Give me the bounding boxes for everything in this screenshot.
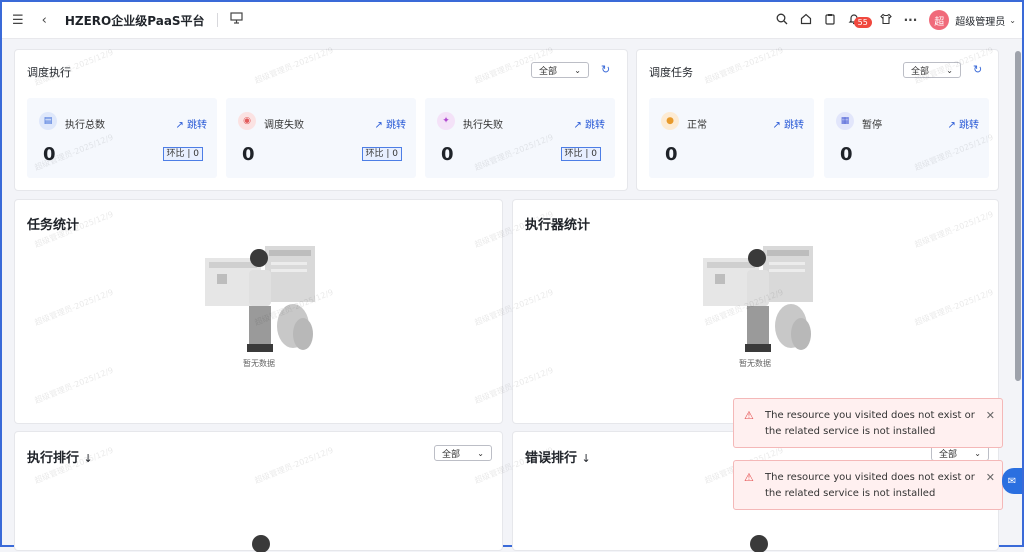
back-arrow-icon[interactable]: ‹ <box>42 13 47 28</box>
toast-message: The resource you visited does not exist … <box>765 472 975 499</box>
notification-badge: 55 <box>853 16 872 28</box>
stat-value: 0 <box>242 144 255 165</box>
warning-icon: ⚠ <box>744 471 754 484</box>
refresh-icon[interactable]: ↻ <box>973 63 982 76</box>
stat-ratio: 环比 | 0 <box>361 147 402 161</box>
jump-link[interactable]: ↗ 跳转 <box>947 116 979 131</box>
stat-label: 调度失败 <box>264 120 304 131</box>
stat-total-exec: ▤ 执行总数 ↗ 跳转 0 环比 | 0 <box>27 98 217 178</box>
stat-label: 正常 <box>687 120 707 131</box>
chevron-down-icon[interactable]: ⌄ <box>1009 16 1016 25</box>
chevron-down-icon: ⌄ <box>477 448 484 458</box>
paused-icon: ▦ <box>836 112 854 130</box>
more-icon[interactable]: ··· <box>904 13 918 27</box>
username[interactable]: 超级管理员 <box>955 13 1005 28</box>
exec-fail-icon: ✦ <box>437 112 455 130</box>
close-icon[interactable]: ✕ <box>986 409 995 422</box>
jump-link[interactable]: ↗ 跳转 <box>772 116 804 131</box>
stat-schedule-fail: ◉ 调度失败 ↗ 跳转 0 环比 | 0 <box>226 98 416 178</box>
home-icon[interactable] <box>800 13 812 28</box>
assistant-icon[interactable]: ✉ <box>1002 468 1022 494</box>
empty-text: 暂无数据 <box>243 359 275 368</box>
jump-link[interactable]: ↗ 跳转 <box>573 116 605 131</box>
clipboard-icon[interactable] <box>824 13 836 28</box>
header-divider <box>216 13 218 27</box>
empty-illustration <box>252 535 270 552</box>
error-toast: ⚠ The resource you visited does not exis… <box>733 398 1003 448</box>
stat-label: 暂停 <box>862 120 882 131</box>
stat-label: 执行失败 <box>463 120 503 131</box>
stat-paused: ▦ 暂停 ↗ 跳转 0 <box>824 98 989 178</box>
chevron-down-icon: ⌄ <box>574 65 581 75</box>
arrow-down-icon[interactable]: ↓ <box>582 452 591 465</box>
stat-exec-fail: ✦ 执行失败 ↗ 跳转 0 环比 | 0 <box>425 98 615 178</box>
empty-text: 暂无数据 <box>739 359 771 368</box>
stat-normal: ● 正常 ↗ 跳转 0 <box>649 98 814 178</box>
exec-rank-card: 执行排行 ↓ 全部 ⌄ <box>14 431 503 552</box>
shirt-icon[interactable] <box>879 13 892 28</box>
jump-link[interactable]: ↗ 跳转 <box>175 116 207 131</box>
search-icon[interactable] <box>776 13 788 28</box>
avatar[interactable]: 超 <box>929 10 950 30</box>
stat-value: 0 <box>441 144 454 165</box>
stat-ratio: 环比 | 0 <box>560 147 601 161</box>
stat-label: 执行总数 <box>65 120 105 131</box>
scrollbar-thumb[interactable] <box>1015 51 1021 381</box>
schedule-exec-card: 调度执行 全部 ⌄ ↻ ▤ 执行总数 ↗ 跳转 0 环比 | 0 ◉ 调度失败 … <box>14 49 628 191</box>
warning-icon: ⚠ <box>744 409 754 422</box>
schedule-task-title: 调度任务 <box>649 66 693 79</box>
chevron-down-icon: ⌄ <box>974 448 981 458</box>
schedule-fail-icon: ◉ <box>238 112 256 130</box>
normal-icon: ● <box>661 112 679 130</box>
toast-message: The resource you visited does not exist … <box>765 410 975 437</box>
error-toast: ⚠ The resource you visited does not exis… <box>733 460 1003 510</box>
app-title: HZERO企业级PaaS平台 <box>64 13 205 28</box>
refresh-icon[interactable]: ↻ <box>601 63 610 76</box>
bell-icon[interactable]: 55 <box>848 13 872 28</box>
stat-value: 0 <box>665 144 678 165</box>
empty-illustration <box>750 535 768 552</box>
close-icon[interactable]: ✕ <box>986 471 995 484</box>
stat-ratio: 环比 | 0 <box>162 147 203 161</box>
task-stats-card: 任务统计 暂无数据 <box>14 199 503 424</box>
schedule-exec-filter[interactable]: 全部 ⌄ <box>531 62 589 78</box>
header-actions: 55 ··· 超 超级管理员 ⌄ <box>764 2 1016 38</box>
exec-rank-filter[interactable]: 全部 ⌄ <box>434 445 492 461</box>
stat-value: 0 <box>840 144 853 165</box>
menu-icon[interactable]: ☰ <box>12 13 24 28</box>
total-exec-icon: ▤ <box>39 112 57 130</box>
top-bar: ☰ ‹ HZERO企业级PaaS平台 55 ··· 超 超级管理员 ⌄ <box>2 2 1022 39</box>
jump-link[interactable]: ↗ 跳转 <box>374 116 406 131</box>
monitor-icon[interactable] <box>229 12 243 28</box>
